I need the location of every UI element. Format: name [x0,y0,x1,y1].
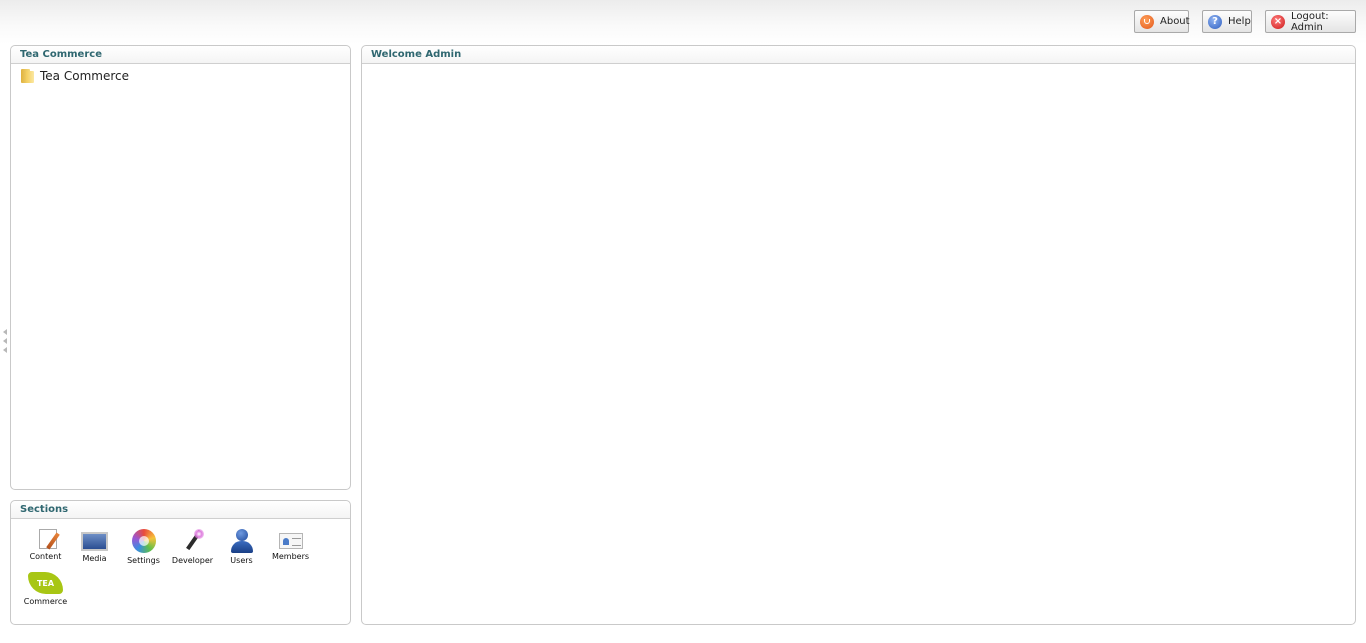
sections-panel-title: Sections [11,501,350,519]
logout-button[interactable]: × Logout: Admin [1265,10,1356,33]
developer-icon [180,529,206,553]
section-label: Members [271,552,310,561]
section-label: Settings [127,556,160,565]
help-icon: ? [1208,14,1222,29]
section-commerce[interactable]: TEA Commerce [21,572,70,606]
section-members[interactable]: Members [266,529,315,561]
folder-icon [21,69,34,83]
users-icon [229,529,255,553]
section-developer[interactable]: Developer [168,529,217,565]
section-users[interactable]: Users [217,529,266,565]
section-label: Users [230,556,253,565]
media-icon [81,532,108,551]
section-content[interactable]: Content [21,529,70,561]
about-button[interactable]: About [1134,10,1190,33]
logout-label: Logout: Admin [1291,10,1329,33]
settings-icon [131,529,156,553]
collapse-arrow-icon [3,338,7,344]
tree-node-label: Tea Commerce [40,69,129,83]
tea-commerce-icon: TEA [28,572,63,594]
section-media[interactable]: Media [70,529,119,563]
content-icon [38,529,57,549]
sections-panel: Sections Content Media Settings Develope… [10,500,351,625]
tree-panel-title: Tea Commerce [11,46,350,64]
help-button[interactable]: ? Help [1202,10,1252,33]
section-label: Commerce [23,597,68,606]
section-label: Content [29,552,62,561]
collapse-arrow-icon [3,329,7,335]
tree-node-tea-commerce[interactable]: Tea Commerce [21,69,129,83]
section-label: Media [82,554,107,563]
section-label: Developer [171,556,214,565]
about-icon [1140,14,1154,29]
main-panel: Welcome Admin [361,45,1356,625]
about-label: About [1160,16,1190,27]
logout-icon: × [1271,14,1285,29]
section-settings[interactable]: Settings [119,529,168,565]
collapse-arrow-icon [3,347,7,353]
top-bar: About ? Help × Logout: Admin [0,0,1366,44]
members-icon [278,533,303,549]
main-content-area [362,64,1355,624]
main-panel-title: Welcome Admin [362,46,1355,64]
tree-panel: Tea Commerce Tea Commerce [10,45,351,490]
collapse-sidebar-handle[interactable] [3,329,9,355]
help-label: Help [1228,16,1251,27]
